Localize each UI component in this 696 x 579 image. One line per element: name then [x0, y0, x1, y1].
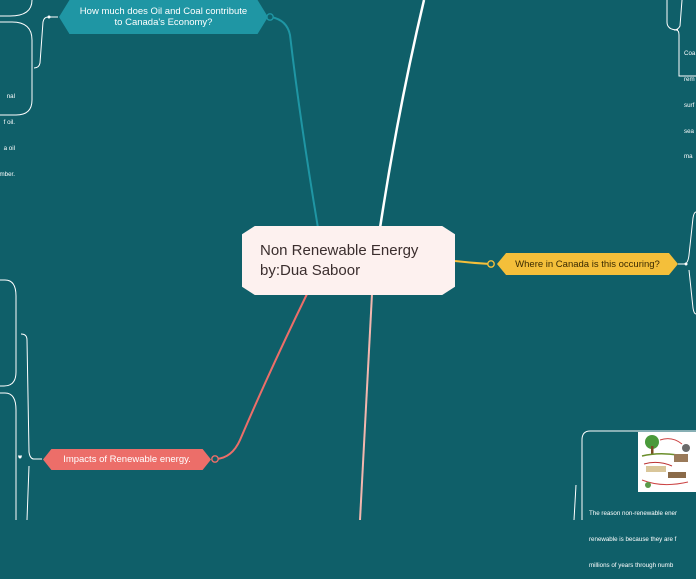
dot-left-bottom: [18, 455, 22, 459]
note-right-line: ma: [684, 153, 693, 161]
subtopic-frame-left-mid-2: [0, 392, 17, 520]
bracket-left-top: [33, 16, 58, 69]
bracket-bottom-right: [573, 484, 577, 520]
note-left-line: f oil.: [3, 118, 15, 126]
note-left-line: mber.: [0, 170, 15, 178]
connector-top-white: [378, 0, 426, 229]
note-left-line: a oil: [3, 144, 15, 152]
dot-where: [487, 260, 495, 268]
bracket-left-bottom: [20, 333, 42, 520]
note-bottom-line: The reason non-renewable ener: [589, 510, 678, 518]
connector-where: [454, 260, 491, 265]
note-bottom-right-partial: The reason non-renewable ener renewable …: [589, 493, 677, 579]
note-bottom-line: renewable is because they are f: [589, 535, 677, 543]
connector-bottom-pink: [359, 293, 373, 520]
fossil-fuel-formation-image[interactable]: [638, 432, 696, 492]
dot-right-mid: [684, 262, 688, 266]
subtopic-frame-left-mid-1: [0, 279, 17, 387]
bracket-right-top: [666, 0, 679, 31]
central-topic-label: Non Renewable Energy by:Dua Saboor: [260, 241, 419, 279]
connector-oil-coal: [270, 16, 319, 229]
note-right-line: sea: [684, 127, 694, 135]
topic-impacts-label: Impacts of Renewable energy.: [63, 454, 191, 465]
topic-impacts[interactable]: Impacts of Renewable energy.: [43, 449, 211, 470]
note-right-line: surf: [684, 101, 695, 109]
connector-impacts: [215, 293, 308, 460]
topic-where-label: Where in Canada is this occuring?: [515, 258, 660, 270]
note-left-line: nal: [6, 93, 15, 101]
topic-where-in-canada[interactable]: Where in Canada is this occuring?: [497, 253, 678, 275]
subtopic-frame-left-top-1: [0, 0, 33, 17]
note-right-line: rem: [684, 75, 695, 83]
note-right-top-partial: Coa rem surf sea ma: [684, 33, 695, 171]
dot-impacts: [211, 455, 219, 463]
central-topic[interactable]: Non Renewable Energy by:Dua Saboor: [242, 226, 455, 295]
note-bottom-line: millions of years through numb: [589, 561, 674, 569]
topic-oil-coal-economy[interactable]: How much does Oil and Coal contribute to…: [59, 0, 268, 34]
topic-oil-coal-label: How much does Oil and Coal contribute to…: [79, 6, 248, 28]
dot-left-top: [47, 15, 51, 19]
fossil-fuel-diagram-icon: [638, 432, 696, 492]
note-right-line: Coa: [684, 50, 696, 58]
note-left-partial: nal f oil. a oil mber.: [0, 76, 15, 188]
